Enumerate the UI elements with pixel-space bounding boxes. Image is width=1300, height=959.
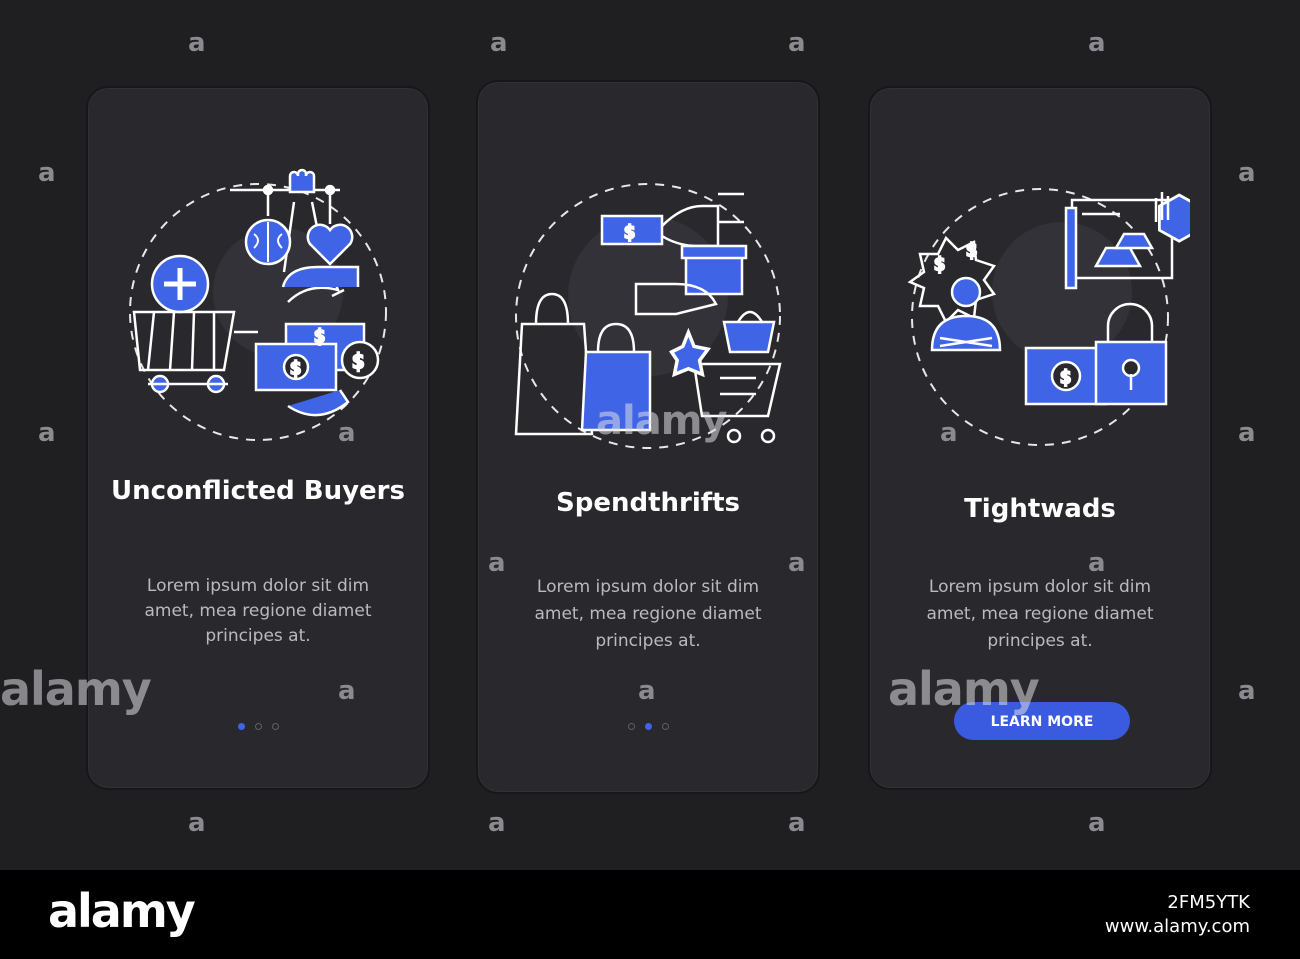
svg-text:$: $ [1060,367,1071,388]
watermark-glyph: a [940,418,958,448]
basket-icon [722,310,776,354]
watermark-glyph: a [1238,158,1256,188]
svg-text:$: $ [314,326,325,347]
watermark-footer: alamy 2FM5YTK www.alamy.com [0,870,1300,959]
pagination-dots [478,716,818,730]
watermark-glyph: a [38,158,56,188]
pagination-dots [88,716,428,730]
image-id: 2FM5YTK [1167,892,1250,913]
svg-text:$: $ [966,240,977,261]
watermark-glyph: a [338,676,356,706]
svg-text:$: $ [352,349,365,373]
card-description: Lorem ipsum dolor sit dim amet, mea regi… [926,577,1154,651]
watermark-logo: alamy [0,662,152,716]
unconflicted-buyers-illustration: $ $ $ [129,168,387,441]
card-title: Unconflicted Buyers [111,476,405,506]
pagination-dot-1[interactable] [237,723,245,730]
watermark-glyph: a [338,418,356,448]
watermark-glyph: a [1238,418,1256,448]
watermark-glyph: a [38,418,56,448]
watermark-glyph: a [488,548,506,578]
watermark-logo: alamy [596,398,727,444]
stop-hand-icon [1154,192,1190,243]
onboarding-stage: $ $ $ Unconflicted Buyers Lorem ipsum do… [0,0,1300,870]
watermark-glyph: a [788,548,806,578]
watermark-brand: alamy [48,884,196,938]
watermark-glyph: a [1088,28,1106,58]
pagination-dot-3[interactable] [661,723,669,730]
watermark-glyph: a [1238,676,1256,706]
watermark-glyph: a [638,676,656,706]
watermark-glyph: a [788,808,806,838]
svg-text:$: $ [624,222,635,243]
stressed-person-icon: $ $ [907,235,1002,352]
watermark-site: www.alamy.com [1104,916,1250,937]
card-title: Spendthrifts [556,488,740,518]
pagination-dot-3[interactable] [271,723,279,730]
svg-text:$: $ [290,358,301,379]
watermark-glyph: a [188,808,206,838]
pagination-dot-2[interactable] [254,723,262,730]
svg-text:$: $ [934,254,945,275]
card-description: Lorem ipsum dolor sit dim amet, mea regi… [534,577,762,651]
watermark-glyph: a [488,808,506,838]
watermark-glyph: a [188,28,206,58]
watermark-glyph: a [788,28,806,58]
watermark-glyph: a [1088,548,1106,578]
watermark-glyph: a [1088,808,1106,838]
watermark-glyph: a [490,28,508,58]
pagination-dot-2[interactable] [644,723,652,730]
card-description: Lorem ipsum dolor sit dim amet, mea regi… [144,576,372,646]
pagination-dot-1[interactable] [627,723,635,730]
card-title: Tightwads [964,494,1116,524]
tightwads-illustration: $ $ $ [907,188,1190,446]
watermark-logo: alamy [888,662,1040,716]
brain-icon [244,218,292,266]
